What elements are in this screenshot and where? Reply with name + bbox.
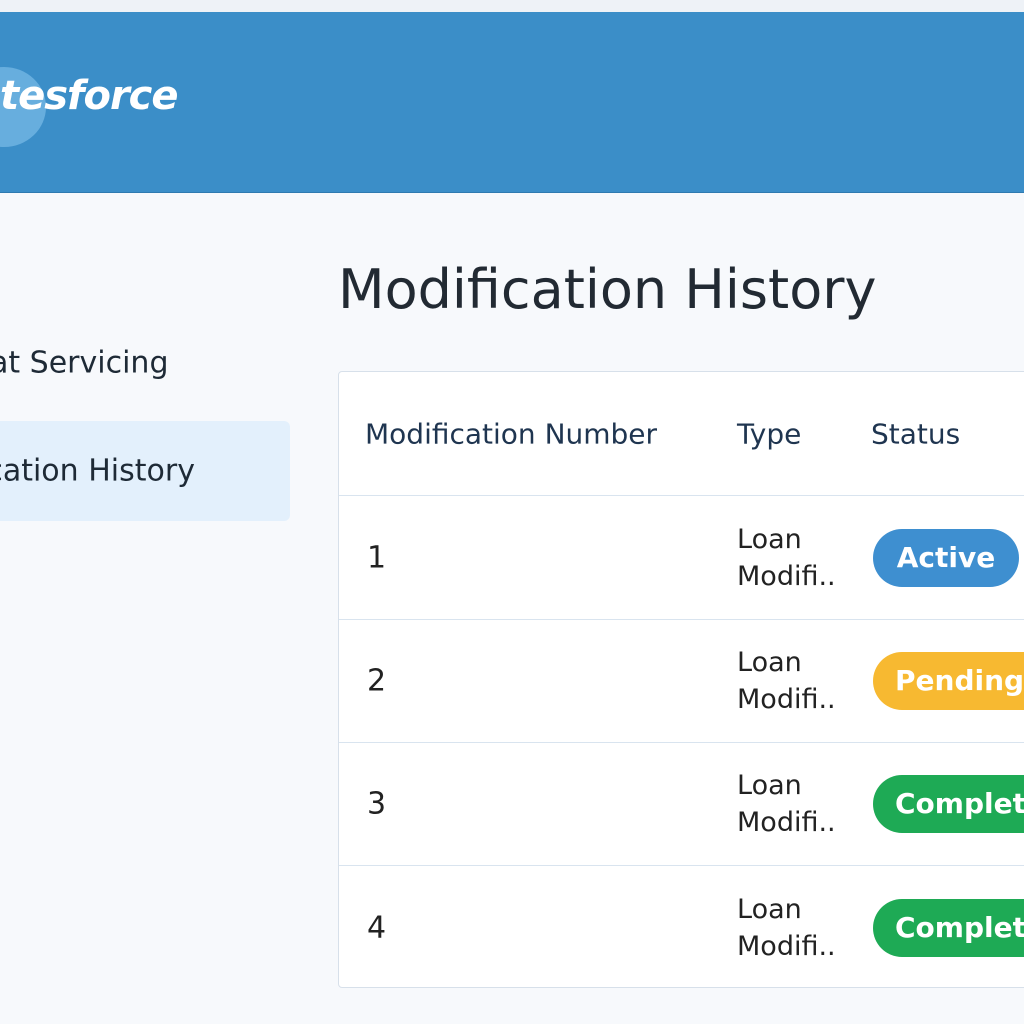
type-line: Loan (737, 893, 802, 925)
sidebar-item-label: at Servicing (0, 345, 169, 381)
type-cell: Loan Modifi.. (737, 521, 852, 595)
type-cell: Loan Modifi.. (737, 644, 852, 718)
column-header-modification-number[interactable]: Modification Number (365, 417, 657, 450)
column-header-type[interactable]: Type (737, 417, 801, 450)
table-row[interactable]: 1 Loan Modifi.. Active (339, 496, 1024, 620)
modification-number-cell: 3 (367, 786, 387, 822)
type-cell: Loan Modifi.. (737, 891, 852, 965)
salesforce-logo[interactable]: tesforce (0, 67, 200, 157)
type-cell: Loan Modifi.. (737, 767, 852, 841)
type-line: Loan (737, 647, 802, 678)
table-header-row: Modification Number Type Status (339, 372, 1024, 496)
status-badge: Completed (873, 898, 1024, 957)
modification-number-cell: 1 (367, 540, 387, 575)
logo-text: tesforce (0, 73, 179, 119)
sidebar-nav: at Servicing ication History (0, 193, 300, 1024)
sidebar-item-modification-history[interactable]: ication History (0, 421, 290, 521)
column-header-status[interactable]: Status (871, 417, 960, 450)
table-row[interactable]: 3 Loan Modifi.. Completed (339, 743, 1024, 866)
status-badge: Pending (873, 652, 1024, 710)
type-line: Loan (737, 770, 802, 801)
status-badge: Completed (873, 775, 1024, 833)
page-title: Modification History (338, 258, 877, 321)
status-badge: Active (873, 528, 1019, 587)
type-line: Modifi.. (737, 807, 836, 838)
app-header: tesforce (0, 12, 1024, 193)
sidebar-item-label: ication History (0, 453, 195, 489)
modification-table: Modification Number Type Status 1 Loan M… (338, 371, 1024, 988)
type-line: Modifi.. (737, 560, 836, 592)
type-line: Loan (737, 523, 802, 555)
sidebar-item-servicing[interactable]: at Servicing (0, 313, 290, 413)
window-top-strip (0, 0, 1024, 12)
modification-number-cell: 4 (367, 910, 387, 945)
table-row[interactable]: 2 Loan Modifi.. Pending (339, 620, 1024, 743)
type-line: Modifi.. (737, 930, 836, 962)
type-line: Modifi.. (737, 684, 836, 715)
modification-number-cell: 2 (367, 663, 387, 699)
table-row[interactable]: 4 Loan Modifi.. Completed (339, 866, 1024, 987)
